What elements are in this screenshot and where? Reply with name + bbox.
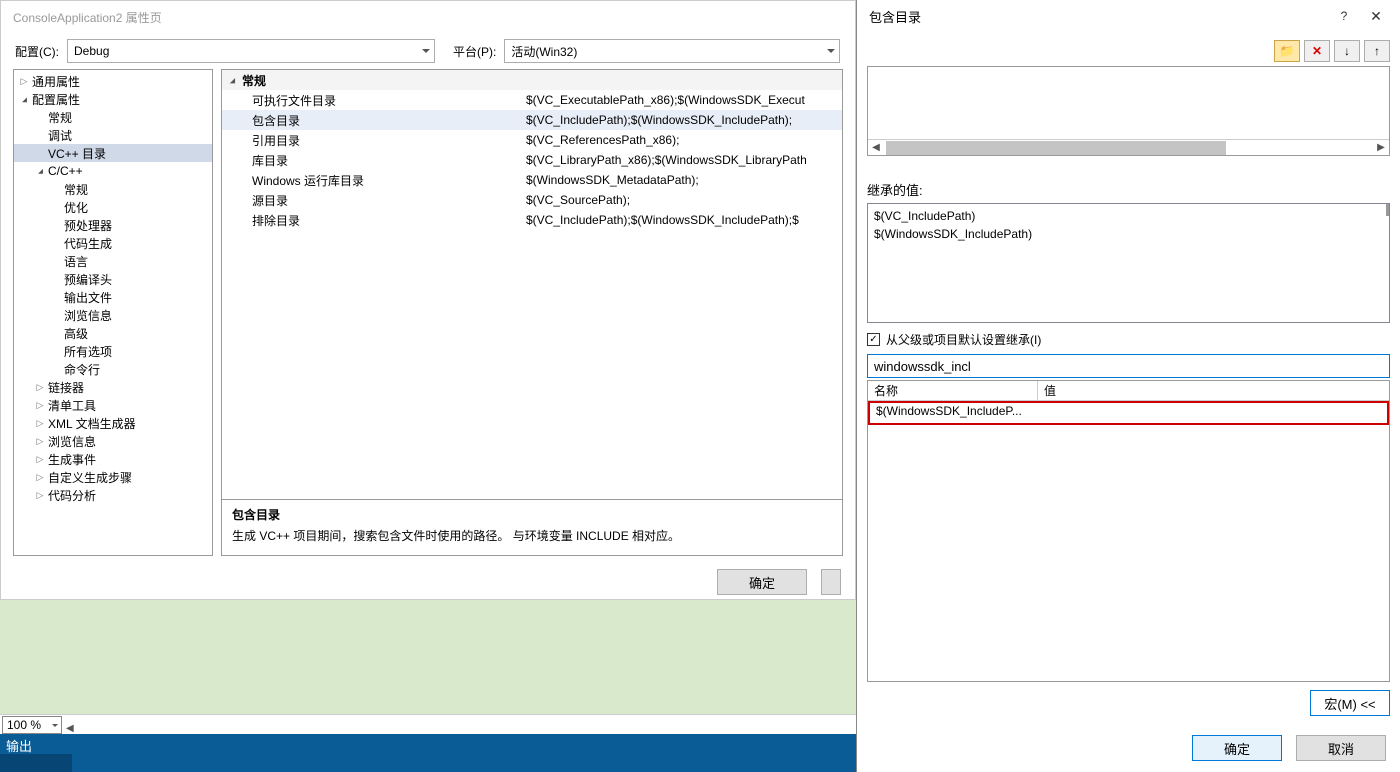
- platform-label: 平台(P):: [453, 43, 496, 60]
- chevron-down-icon: [422, 49, 430, 57]
- chevron-down-icon: [827, 49, 835, 57]
- tree-cc[interactable]: C/C++: [14, 162, 212, 180]
- inherited-label: 继承的值:: [867, 180, 1390, 199]
- include-dirs-dialog: 包含目录 ? ✕ 📁 ✕ ↓ ↑ ◀ ▶ 继承的值: $(VC_IncludeP…: [856, 0, 1400, 772]
- tree-cc-pch[interactable]: 预编译头: [14, 270, 212, 288]
- tree-common-props[interactable]: 通用属性: [14, 72, 212, 90]
- tree-codeanalysis[interactable]: 代码分析: [14, 486, 212, 504]
- tree-cc-opt[interactable]: 优化: [14, 198, 212, 216]
- tree-vcpp-dirs[interactable]: VC++ 目录: [14, 144, 212, 162]
- prop-group-header[interactable]: 常规: [222, 70, 842, 90]
- directories-editbox[interactable]: ◀ ▶: [867, 66, 1390, 156]
- tree-cc-cmdline[interactable]: 命令行: [14, 360, 212, 378]
- macro-results-list: 名称 值 $(WindowsSDK_IncludeP...: [867, 380, 1390, 682]
- tree-cc-lang[interactable]: 语言: [14, 252, 212, 270]
- macro-result-row[interactable]: $(WindowsSDK_IncludeP...: [870, 403, 1387, 423]
- close-button[interactable]: ✕: [1360, 2, 1392, 30]
- config-combo[interactable]: Debug: [67, 39, 435, 63]
- desc-text: 生成 VC++ 项目期间，搜索包含文件时使用的路径。 与环境变量 INCLUDE…: [232, 527, 832, 544]
- prop-row-ref[interactable]: 引用目录$(VC_ReferencesPath_x86);: [222, 130, 842, 150]
- result-name: $(WindowsSDK_IncludeP...: [870, 403, 1040, 423]
- tree-buildevents[interactable]: 生成事件: [14, 450, 212, 468]
- status-bar: [0, 754, 856, 772]
- result-value: [1040, 403, 1387, 423]
- tree-cc-codegen[interactable]: 代码生成: [14, 234, 212, 252]
- zoom-value: 100 %: [7, 718, 41, 732]
- main-title: ConsoleApplication2 属性页: [13, 9, 162, 26]
- prop-row-lib[interactable]: 库目录$(VC_LibraryPath_x86);$(WindowsSDK_Li…: [222, 150, 842, 170]
- scroll-right-icon[interactable]: ▶: [1373, 140, 1389, 155]
- tree-xmldoc[interactable]: XML 文档生成器: [14, 414, 212, 432]
- cancel-button-cut[interactable]: [821, 569, 841, 595]
- scroll-indicator: [1386, 204, 1389, 216]
- tree-debug[interactable]: 调试: [14, 126, 212, 144]
- output-panel-title[interactable]: 输出: [0, 734, 856, 754]
- platform-value: 活动(Win32): [511, 43, 577, 60]
- prop-row-winrt[interactable]: Windows 运行库目录$(WindowsSDK_MetadataPath);: [222, 170, 842, 190]
- scroll-left-icon[interactable]: ◀: [66, 723, 74, 734]
- desc-title: 包含目录: [232, 506, 832, 523]
- folder-icon: 📁: [1280, 44, 1295, 58]
- arrow-down-icon: ↓: [1344, 44, 1350, 58]
- tree-browseinfo[interactable]: 浏览信息: [14, 432, 212, 450]
- macro-search-input[interactable]: [867, 354, 1390, 378]
- move-down-button[interactable]: ↓: [1334, 40, 1360, 62]
- tree-cc-adv[interactable]: 高级: [14, 324, 212, 342]
- new-folder-button[interactable]: 📁: [1274, 40, 1300, 62]
- inherit-label: 从父级或项目默认设置继承(I): [886, 331, 1041, 348]
- bottom-area: 100 % ◀ 输出: [0, 600, 856, 772]
- scroll-left-icon[interactable]: ◀: [868, 140, 884, 155]
- inherited-value-item: $(VC_IncludePath): [874, 207, 1383, 225]
- inherit-checkbox[interactable]: ✓: [867, 333, 880, 346]
- tree-cc-general[interactable]: 常规: [14, 180, 212, 198]
- config-label: 配置(C):: [15, 43, 59, 60]
- delete-button[interactable]: ✕: [1304, 40, 1330, 62]
- tree-cc-allopts[interactable]: 所有选项: [14, 342, 212, 360]
- results-header-name[interactable]: 名称: [868, 381, 1038, 400]
- tree-manifest[interactable]: 清单工具: [14, 396, 212, 414]
- description-panel: 包含目录 生成 VC++ 项目期间，搜索包含文件时使用的路径。 与环境变量 IN…: [222, 499, 842, 555]
- main-titlebar: ConsoleApplication2 属性页: [1, 1, 855, 33]
- popup-title: 包含目录: [865, 7, 1328, 26]
- prop-row-exclude[interactable]: 排除目录$(VC_IncludePath);$(WindowsSDK_Inclu…: [222, 210, 842, 230]
- tree-config-props[interactable]: 配置属性: [14, 90, 212, 108]
- tree-linker[interactable]: 链接器: [14, 378, 212, 396]
- arrow-up-icon: ↑: [1374, 44, 1380, 58]
- editor-background: [0, 600, 856, 714]
- macros-button[interactable]: 宏(M) <<: [1310, 690, 1390, 716]
- tree-cc-preproc[interactable]: 预处理器: [14, 216, 212, 234]
- tree-cc-output[interactable]: 输出文件: [14, 288, 212, 306]
- inherited-values-list[interactable]: $(VC_IncludePath) $(WindowsSDK_IncludePa…: [867, 203, 1390, 323]
- tree-custombuild[interactable]: 自定义生成步骤: [14, 468, 212, 486]
- popup-cancel-button[interactable]: 取消: [1296, 735, 1386, 761]
- prop-row-source[interactable]: 源目录$(VC_SourcePath);: [222, 190, 842, 210]
- platform-combo[interactable]: 活动(Win32): [504, 39, 840, 63]
- ok-button[interactable]: 确定: [717, 569, 807, 595]
- properties-panel: 常规 可执行文件目录$(VC_ExecutablePath_x86);$(Win…: [221, 69, 843, 556]
- property-pages-dialog: ConsoleApplication2 属性页 配置(C): Debug 平台(…: [0, 0, 856, 600]
- inherited-value-item: $(WindowsSDK_IncludePath): [874, 225, 1383, 243]
- tree-cc-browse[interactable]: 浏览信息: [14, 306, 212, 324]
- popup-ok-button[interactable]: 确定: [1192, 735, 1282, 761]
- delete-icon: ✕: [1312, 44, 1322, 58]
- config-row: 配置(C): Debug 平台(P): 活动(Win32): [1, 33, 855, 69]
- move-up-button[interactable]: ↑: [1364, 40, 1390, 62]
- tree-general[interactable]: 常规: [14, 108, 212, 126]
- chevron-down-icon: [52, 724, 58, 730]
- inherit-checkbox-row[interactable]: ✓ 从父级或项目默认设置继承(I): [867, 331, 1390, 348]
- zoom-select[interactable]: 100 %: [2, 716, 62, 734]
- popup-titlebar: 包含目录 ? ✕: [857, 0, 1400, 32]
- prop-row-include[interactable]: 包含目录$(VC_IncludePath);$(WindowsSDK_Inclu…: [222, 110, 842, 130]
- help-button[interactable]: ?: [1328, 2, 1360, 30]
- config-value: Debug: [74, 44, 109, 58]
- results-header-value[interactable]: 值: [1038, 381, 1389, 400]
- category-tree[interactable]: 通用属性 配置属性 常规 调试 VC++ 目录 C/C++ 常规 优化 预处理器…: [13, 69, 213, 556]
- highlighted-result: $(WindowsSDK_IncludeP...: [868, 401, 1389, 425]
- scrollbar-thumb[interactable]: [886, 141, 1226, 155]
- prop-row-exec[interactable]: 可执行文件目录$(VC_ExecutablePath_x86);$(Window…: [222, 90, 842, 110]
- horizontal-scrollbar[interactable]: ◀ ▶: [868, 139, 1389, 155]
